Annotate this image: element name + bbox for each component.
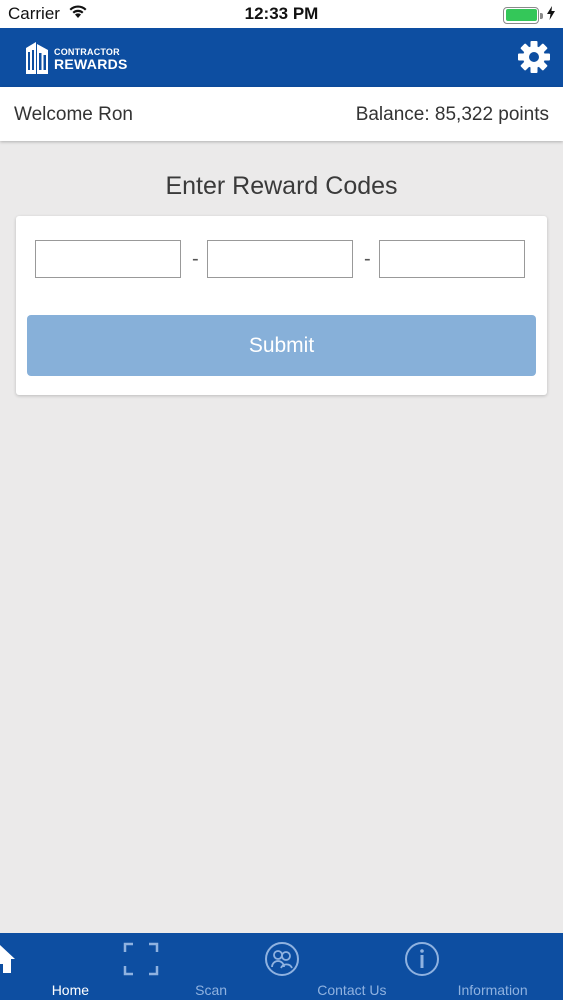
settings-button[interactable]	[517, 40, 551, 74]
code-separator: -	[192, 248, 199, 270]
logo-bottom-text: REWARDS	[54, 56, 128, 72]
code-separator: -	[364, 248, 371, 270]
status-right	[503, 5, 555, 25]
app-header: CONTRACTOR REWARDS	[0, 28, 563, 87]
points-balance: Balance: 85,322 points	[355, 104, 549, 125]
code-input-3[interactable]	[379, 240, 525, 278]
welcome-bar: Welcome Ron Balance: 85,322 points	[0, 87, 563, 141]
logo-text: CONTRACTOR REWARDS	[54, 48, 128, 72]
tab-scan[interactable]: Scan	[123, 933, 282, 1000]
battery-icon	[503, 6, 543, 24]
reward-code-card: - - Submit	[16, 216, 547, 395]
tab-information[interactable]: Information	[405, 933, 563, 1000]
page-title: Enter Reward Codes	[165, 172, 398, 200]
battery-level	[505, 9, 537, 21]
submit-button[interactable]: Submit	[27, 315, 536, 376]
gear-icon	[517, 41, 551, 78]
tab-home-label: Home	[51, 982, 90, 998]
building-icon	[24, 40, 50, 79]
tab-contact-us[interactable]: Contact Us	[264, 933, 423, 1000]
tab-bar: Home Scan Contact Us Information	[0, 933, 563, 1000]
charging-icon	[547, 5, 555, 25]
tab-scan-label: Scan	[195, 982, 228, 998]
status-bar: Carrier 12:33 PM	[0, 0, 563, 28]
tab-contact-label: Contact Us	[317, 982, 387, 998]
welcome-greeting: Welcome Ron	[14, 104, 133, 125]
code-input-2[interactable]	[207, 240, 353, 278]
status-time: 12:33 PM	[244, 4, 319, 23]
tab-home[interactable]: Home	[0, 933, 141, 1000]
contractor-rewards-logo: CONTRACTOR REWARDS	[24, 40, 128, 79]
tab-information-label: Information	[457, 982, 528, 998]
code-input-1[interactable]	[35, 240, 181, 278]
